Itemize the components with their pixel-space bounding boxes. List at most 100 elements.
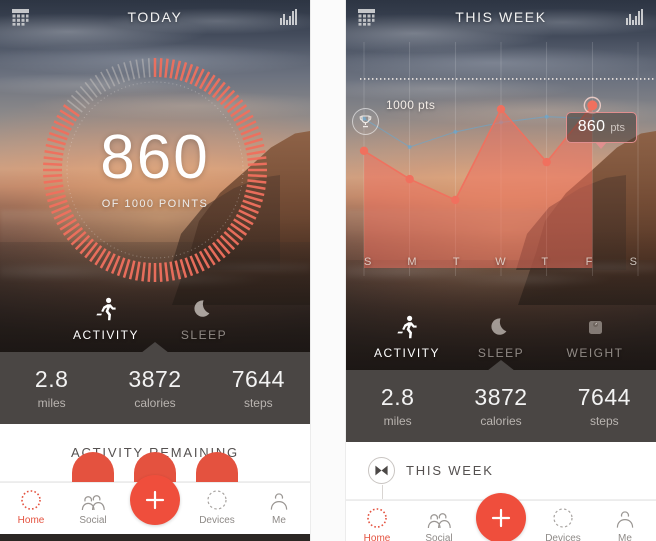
mode-tabs-left: ACTIVITY SLEEP	[0, 295, 310, 352]
running-icon	[360, 313, 454, 339]
stat-value: 3872	[128, 366, 182, 392]
this-week-header: THIS WEEK	[346, 442, 656, 500]
mode-tab-label: WEIGHT	[566, 346, 624, 360]
mode-tab-activity[interactable]: ACTIVITY	[57, 295, 169, 352]
tab-me[interactable]: Me	[248, 483, 310, 526]
bar-chart-icon[interactable]	[626, 9, 644, 25]
devices-circle-icon	[186, 486, 248, 514]
social-people-icon	[62, 486, 124, 514]
tab-label: Me	[272, 515, 286, 526]
mode-tab-label: SLEEP	[180, 328, 228, 342]
active-tab-notch	[487, 360, 515, 370]
chart-day-labels: S M T W T F S	[346, 256, 656, 268]
running-icon	[57, 295, 155, 321]
home-ring-icon	[0, 486, 62, 514]
bowtie-icon	[368, 457, 395, 499]
calendar-icon[interactable]	[358, 8, 375, 26]
tab-devices[interactable]: Devices	[186, 483, 248, 526]
top-bar-right: THIS WEEK	[346, 0, 656, 34]
tab-home[interactable]: Home	[0, 483, 62, 526]
tab-label: Home	[363, 533, 391, 541]
goal-line-label: 1000 pts	[386, 98, 436, 112]
day-label: W	[495, 256, 507, 268]
tab-label: Devices	[545, 533, 581, 541]
stat-steps: 7644 steps	[553, 384, 656, 428]
stat-label: calories	[134, 396, 176, 410]
phone-screen-today: TODAY 860 OF 1000 POINTS ACTIVITY SLEEP …	[0, 0, 310, 541]
scale-icon	[548, 313, 642, 339]
stat-calories: 3872 calories	[449, 384, 552, 428]
day-label: F	[585, 256, 594, 268]
calendar-icon[interactable]	[12, 8, 29, 26]
stat-miles: 2.8 miles	[0, 366, 103, 410]
arc-cell	[248, 466, 310, 482]
stat-steps: 7644 steps	[207, 366, 310, 410]
person-icon	[248, 486, 310, 514]
mode-tab-label: ACTIVITY	[373, 346, 440, 360]
day-label: S	[629, 256, 638, 268]
mode-tab-label: SLEEP	[477, 346, 525, 360]
add-button[interactable]	[130, 475, 180, 525]
tab-home[interactable]: Home	[346, 501, 408, 541]
mode-tab-label: ACTIVITY	[72, 328, 139, 342]
home-ring-icon	[346, 504, 408, 532]
stat-label: miles	[37, 396, 66, 410]
mode-tab-activity[interactable]: ACTIVITY	[360, 313, 515, 370]
progress-ring: 860 OF 1000 POINTS	[39, 54, 271, 286]
active-tab-notch	[141, 342, 169, 352]
stat-label: calories	[480, 414, 522, 428]
tab-social[interactable]: Social	[62, 483, 124, 526]
arc-cell	[0, 466, 62, 482]
stat-calories: 3872 calories	[103, 366, 206, 410]
tooltip-value: 860	[577, 118, 606, 135]
trophy-icon	[352, 108, 379, 135]
devices-circle-icon	[532, 504, 594, 532]
moon-icon	[155, 295, 253, 321]
stat-value: 7644	[231, 366, 285, 392]
stat-label: steps	[243, 396, 273, 410]
stat-value: 2.8	[34, 366, 69, 392]
mode-tab-weight[interactable]: WEIGHT	[548, 313, 642, 360]
tab-bar-right: Home Social Devices Me	[346, 493, 656, 541]
footer-panel-left: ACTIVITY REMAINING Home Social Devices M…	[0, 424, 310, 534]
tab-social[interactable]: Social	[408, 501, 470, 541]
mode-tab-sleep[interactable]: SLEEP	[454, 313, 548, 360]
tab-devices[interactable]: Devices	[532, 501, 594, 541]
stat-value: 7644	[577, 384, 631, 410]
stat-label: miles	[383, 414, 412, 428]
page-title: TODAY	[127, 9, 183, 25]
tab-label: Social	[79, 515, 107, 526]
screenshot-stage: TODAY 860 OF 1000 POINTS ACTIVITY SLEEP …	[0, 0, 656, 541]
arc-cell	[62, 452, 124, 482]
phone-gutter	[310, 0, 346, 541]
arc-cell	[186, 452, 248, 482]
stat-miles: 2.8 miles	[346, 384, 449, 428]
day-label: M	[407, 256, 418, 268]
top-bar-left: TODAY	[0, 0, 310, 34]
hero-photo-right: THIS WEEK 1000 pts 860 pts S M T W T F S…	[346, 0, 656, 370]
day-label: T	[452, 256, 461, 268]
footer-panel-right: THIS WEEK Home Social Devices Me	[346, 442, 656, 541]
day-label: S	[363, 256, 373, 268]
person-icon	[594, 504, 656, 532]
day-label: T	[541, 256, 550, 268]
mode-tab-sleep[interactable]: SLEEP	[155, 295, 253, 342]
tab-me[interactable]: Me	[594, 501, 656, 541]
stats-strip-right: 2.8 miles 3872 calories 7644 steps	[346, 370, 656, 442]
tab-label: Devices	[199, 515, 235, 526]
phone-screen-this-week: THIS WEEK 1000 pts 860 pts S M T W T F S…	[346, 0, 656, 541]
tab-label: Me	[618, 533, 632, 541]
tab-bar-left: Home Social Devices Me	[0, 475, 310, 534]
mode-tabs-right: ACTIVITY SLEEP WEIGHT	[346, 313, 656, 370]
stat-value: 3872	[474, 384, 528, 410]
stats-strip-left: 2.8 miles 3872 calories 7644 steps	[0, 352, 310, 424]
bar-chart-icon[interactable]	[280, 9, 298, 25]
tooltip-unit: pts	[610, 122, 625, 134]
tab-label: Home	[17, 515, 45, 526]
tab-label: Social	[425, 533, 453, 541]
social-people-icon	[408, 504, 470, 532]
week-points-chart	[346, 42, 656, 280]
add-button[interactable]	[476, 493, 526, 541]
hero-photo-left: TODAY 860 OF 1000 POINTS ACTIVITY SLEEP	[0, 0, 310, 352]
footer-title: THIS WEEK	[406, 463, 494, 478]
